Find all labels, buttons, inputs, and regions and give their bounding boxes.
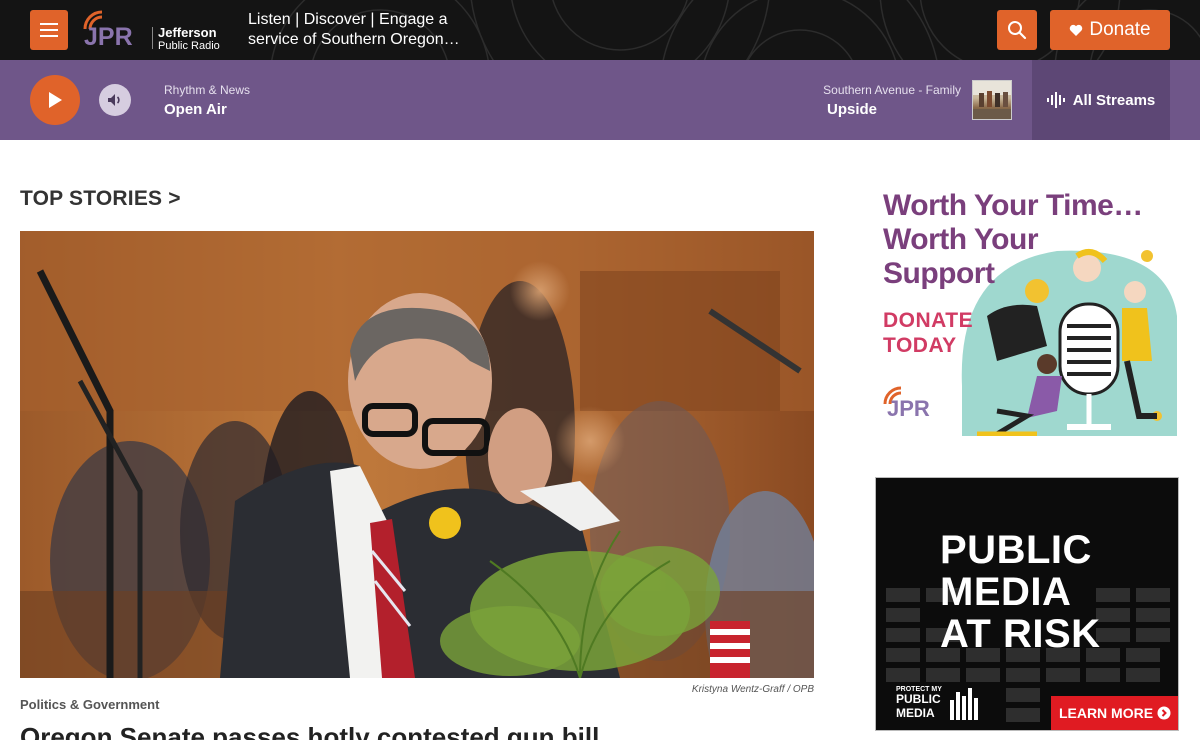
learn-more-button[interactable]: LEARN MORE (1051, 696, 1178, 730)
ad2-badge-line3: MEDIA (896, 706, 935, 720)
logo-wordmark: JPR (84, 23, 133, 51)
site-tagline: Listen | Discover | Engage a service of … (248, 11, 460, 48)
play-icon (49, 92, 62, 108)
ad2-headline-line3: AT RISK (940, 612, 1101, 656)
ad-donate-line2: TODAY (883, 334, 957, 357)
all-streams-button[interactable]: All Streams (1032, 60, 1170, 140)
learn-more-label: LEARN MORE (1058, 705, 1154, 721)
logo-name-line1: Jefferson (158, 25, 217, 40)
chevron-right-circle-icon (1157, 706, 1171, 720)
site-logo[interactable]: JPR Jefferson Public Radio (82, 9, 232, 53)
donate-button[interactable]: Donate (1050, 10, 1170, 50)
hamburger-icon (40, 23, 58, 25)
heart-icon (1070, 24, 1083, 36)
now-playing-title[interactable]: Open Air (164, 101, 227, 118)
menu-button[interactable] (30, 10, 68, 50)
public-media-at-risk-ad[interactable]: PUBLIC MEDIA AT RISK PROTECT MY PUBLIC M… (875, 477, 1179, 731)
hero-story-image[interactable] (20, 231, 814, 678)
ad2-headline-line1: PUBLIC (940, 528, 1092, 572)
search-button[interactable] (997, 10, 1037, 50)
ad-logo: JPR (887, 396, 930, 421)
ad2-headline-line2: MEDIA (940, 570, 1072, 614)
logo-divider (152, 27, 153, 49)
site-header: JPR Jefferson Public Radio Listen | Disc… (0, 0, 1200, 60)
ad-headline-line2: Worth Your (883, 223, 1039, 256)
donate-label: Donate (1089, 19, 1151, 40)
up-next-title[interactable]: Upside (827, 101, 877, 118)
audio-waveform-icon (1046, 92, 1065, 108)
story-headline-link[interactable]: Oregon Senate passes hotly contested gun… (20, 722, 810, 740)
up-next-label: Southern Avenue - Family (823, 83, 961, 97)
now-playing-station: Rhythm & News (164, 83, 251, 97)
donate-ad-banner[interactable]: Worth Your Time… Worth Your Support DONA… (877, 186, 1177, 436)
photo-credit: Kristyna Wentz-Graff / OPB (691, 684, 814, 695)
top-stories-heading[interactable]: TOP STORIES > (20, 187, 181, 211)
ad-donate-line1: DONATE (883, 309, 974, 332)
ad-headline-line3: Support (883, 257, 995, 290)
play-button[interactable] (30, 75, 80, 125)
album-art-thumbnail (972, 80, 1012, 120)
search-icon (1008, 21, 1027, 40)
ad2-badge-line2: PUBLIC (896, 692, 941, 706)
ad-headline-line1: Worth Your Time… (883, 189, 1143, 222)
all-streams-label: All Streams (1072, 91, 1156, 109)
volume-button[interactable] (99, 84, 131, 116)
story-category-link[interactable]: Politics & Government (20, 697, 159, 712)
logo-name-line2: Public Radio (158, 40, 220, 52)
audio-player-bar: Rhythm & News Open Air Southern Avenue -… (0, 60, 1200, 140)
speaker-icon (108, 94, 120, 106)
